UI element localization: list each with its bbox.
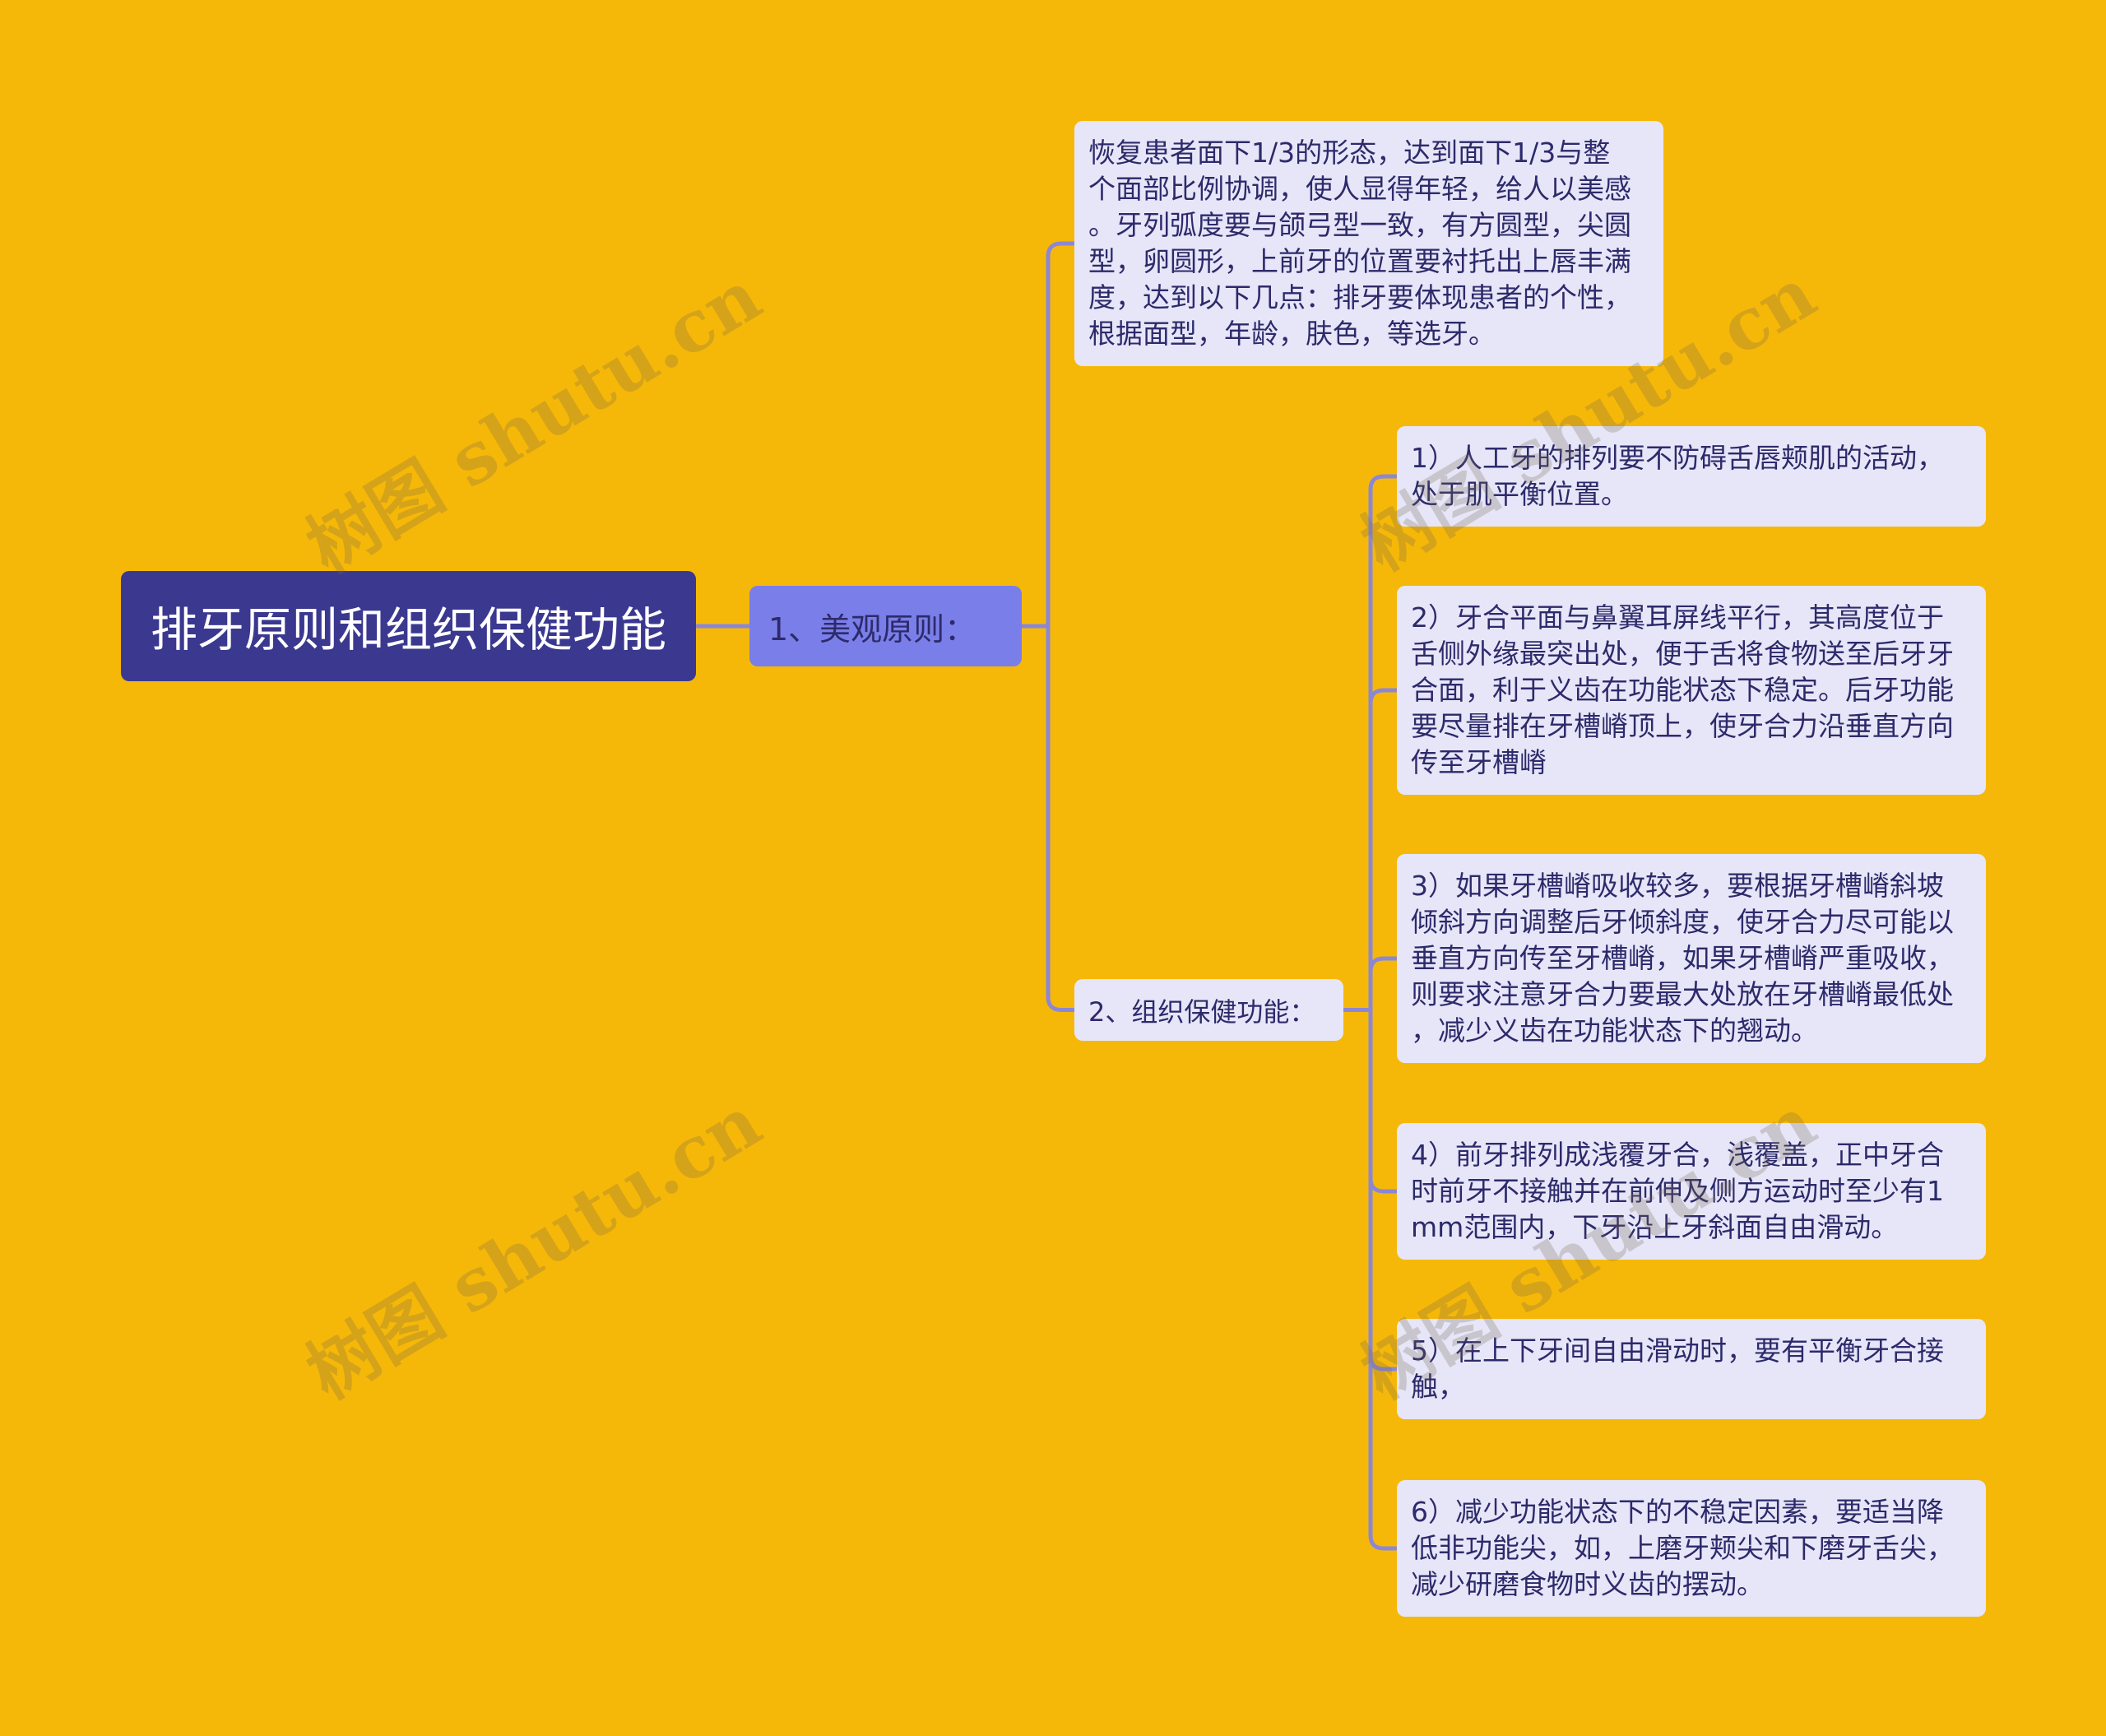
topic-aesthetic-principle[interactable]: 1、美观原则： [749, 586, 1022, 666]
text-line: 3）如果牙槽嵴吸收较多，要根据牙槽嵴斜坡 [1411, 870, 1944, 902]
topic-item-3[interactable]: 3）如果牙槽嵴吸收较多，要根据牙槽嵴斜坡 倾斜方向调整后牙倾斜度，使牙合力尽可能… [1397, 854, 1986, 1063]
topic-aesthetic-detail[interactable]: 恢复患者面下1/3的形态，达到面下1/3与整 个面部比例协调，使人显得年轻，给人… [1074, 121, 1663, 366]
text-line: 合面，利于义齿在功能状态下稳定。后牙功能 [1411, 674, 1954, 706]
text-line: 舌侧外缘最突出处，便于舌将食物送至后牙牙 [1411, 638, 1954, 670]
text-line: 度，达到以下几点：排牙要体现患者的个性， [1088, 281, 1631, 313]
text-line: mm范围内，下牙沿上牙斜面自由滑动。 [1411, 1211, 1899, 1243]
text-line: 垂直方向传至牙槽嵴，如果牙槽嵴严重吸收， [1411, 942, 1954, 974]
text-line: 传至牙槽嵴 [1411, 746, 1547, 778]
text-line: 个面部比例协调，使人显得年轻，给人以美感 [1088, 173, 1631, 205]
text-line: 根据面型，年龄，肤色，等选牙。 [1088, 318, 1496, 350]
connector-tissue-health-to-item-3 [1341, 956, 1399, 1012]
text-line: 低非功能尖，如，上磨牙颊尖和下磨牙舌尖， [1411, 1532, 1954, 1564]
root-topic-label: 排牙原则和组织保健功能 [151, 603, 666, 657]
connector-aesthetic-to-detail [1019, 241, 1077, 629]
text-line: 2）牙合平面与鼻翼耳屏线平行，其高度位于 [1411, 601, 1944, 634]
text-line: ，减少义齿在功能状态下的翘动。 [1411, 1014, 1818, 1047]
text-line: 则要求注意牙合力要最大处放在牙槽嵴最低处 [1411, 978, 1954, 1010]
text-line: 处于肌平衡位置。 [1411, 478, 1628, 510]
text-line: 4）前牙排列成浅覆牙合，浅覆盖，正中牙合 [1411, 1139, 1944, 1171]
text-line: 6）减少功能状态下的不稳定因素，要适当降 [1411, 1496, 1944, 1528]
topic-item-5[interactable]: 5）在上下牙间自由滑动时，要有平衡牙合接 触， [1397, 1319, 1986, 1419]
text-line: 要尽量排在牙槽嵴顶上，使牙合力沿垂直方向 [1411, 710, 1954, 742]
topic-tissue-health-function-label: 2、组织保健功能： [1088, 996, 1316, 1028]
topic-item-4[interactable]: 4）前牙排列成浅覆牙合，浅覆盖，正中牙合 时前牙不接触并在前伸及侧方运动时至少有… [1397, 1123, 1986, 1260]
topic-item-1[interactable]: 1）人工牙的排列要不防碍舌唇颊肌的活动， 处于肌平衡位置。 [1397, 426, 1986, 527]
connector-aesthetic-to-tissue-health [1019, 624, 1077, 1012]
text-line: 型，卵圆形，上前牙的位置要衬托出上唇丰满 [1088, 245, 1631, 277]
text-line: 1）人工牙的排列要不防碍舌唇颊肌的活动， [1411, 442, 1944, 474]
root-topic[interactable]: 排牙原则和组织保健功能 [121, 571, 696, 681]
connector-tissue-health-to-item-6 [1341, 1008, 1399, 1551]
text-line: 时前牙不接触并在前伸及侧方运动时至少有1 [1411, 1175, 1944, 1207]
connector-tissue-health-to-item-2 [1341, 688, 1399, 1012]
topic-tissue-health-function[interactable]: 2、组织保健功能： [1074, 979, 1343, 1041]
text-line: 5）在上下牙间自由滑动时，要有平衡牙合接 [1411, 1334, 1944, 1367]
text-line: 减少研磨食物时义齿的摆动。 [1411, 1568, 1764, 1600]
topic-item-2[interactable]: 2）牙合平面与鼻翼耳屏线平行，其高度位于 舌侧外缘最突出处，便于舌将食物送至后牙… [1397, 586, 1986, 795]
topic-item-6[interactable]: 6）减少功能状态下的不稳定因素，要适当降 低非功能尖，如，上磨牙颊尖和下磨牙舌尖… [1397, 1480, 1986, 1617]
text-line: 恢复患者面下1/3的形态，达到面下1/3与整 [1088, 137, 1611, 169]
text-line: 触， [1411, 1371, 1465, 1403]
topic-aesthetic-principle-label: 1、美观原则： [768, 610, 976, 648]
text-line: 。牙列弧度要与颌弓型一致，有方圆型，尖圆 [1088, 209, 1631, 241]
text-line: 倾斜方向调整后牙倾斜度，使牙合力尽可能以 [1411, 906, 1954, 938]
